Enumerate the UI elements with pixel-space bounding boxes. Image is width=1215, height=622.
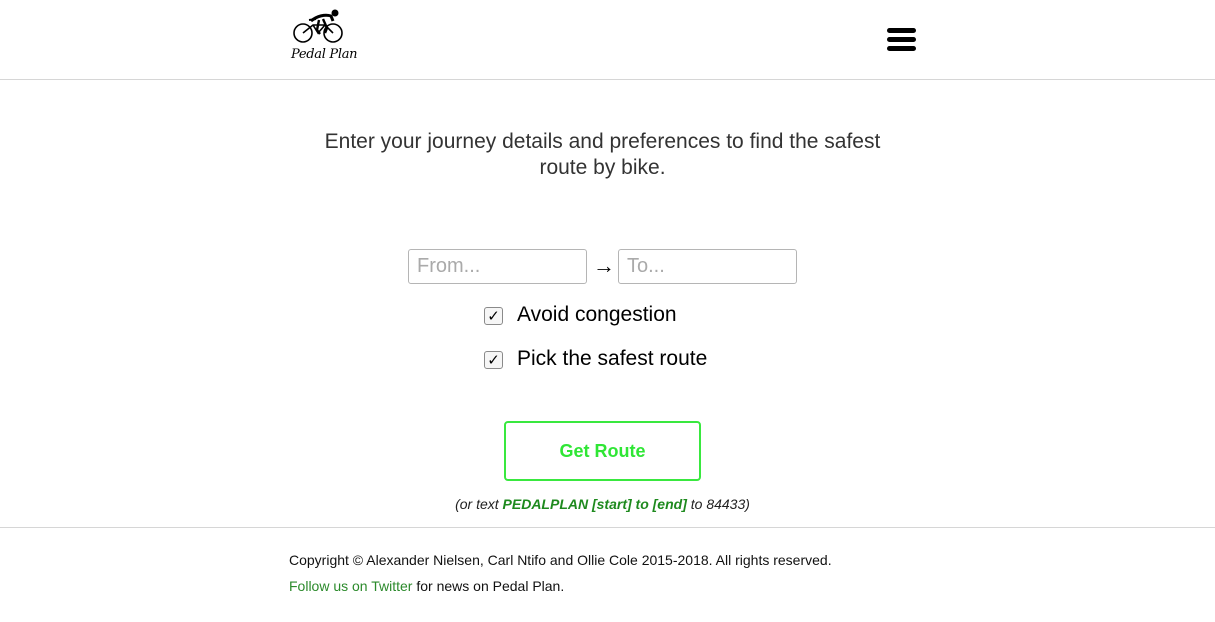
sms-note-suffix: to 84433) (686, 496, 750, 512)
safest-route-label: Pick the safest route (517, 347, 708, 370)
sms-note: (or text PEDALPLAN [start] to [end] to 8… (300, 496, 905, 512)
hamburger-menu-icon[interactable] (887, 28, 917, 54)
get-route-button[interactable]: Get Route (504, 421, 701, 481)
arrow-icon: → (593, 253, 615, 278)
sms-code: PEDALPLAN [start] to [end] (502, 496, 687, 512)
logo[interactable]: Pedal Plan (289, 6, 358, 64)
from-input[interactable] (408, 249, 587, 284)
logo-text: Pedal Plan (291, 47, 358, 62)
to-input[interactable] (618, 249, 797, 284)
route-form: → (408, 249, 798, 285)
copyright-text: Copyright © Alexander Nielsen, Carl Ntif… (289, 552, 832, 568)
follow-suffix: for news on Pedal Plan. (412, 578, 565, 594)
menu-bar (887, 28, 916, 33)
twitter-link[interactable]: Follow us on Twitter (289, 578, 412, 594)
follow-line: Follow us on Twitter for news on Pedal P… (289, 578, 564, 594)
footer-divider (0, 527, 1215, 528)
safest-route-checkbox[interactable]: ✓ (484, 351, 503, 369)
avoid-congestion-option[interactable]: ✓ Avoid congestion (484, 302, 704, 328)
site-header: Pedal Plan (0, 0, 1215, 80)
avoid-congestion-checkbox[interactable]: ✓ (484, 307, 503, 325)
avoid-congestion-label: Avoid congestion (517, 303, 677, 326)
menu-bar (887, 37, 916, 42)
sms-note-prefix: (or text (455, 496, 503, 512)
safest-route-option[interactable]: ✓ Pick the safest route (484, 346, 734, 372)
cyclist-icon (293, 9, 343, 43)
menu-bar (887, 46, 916, 51)
intro-text: Enter your journey details and preferenc… (324, 130, 881, 179)
